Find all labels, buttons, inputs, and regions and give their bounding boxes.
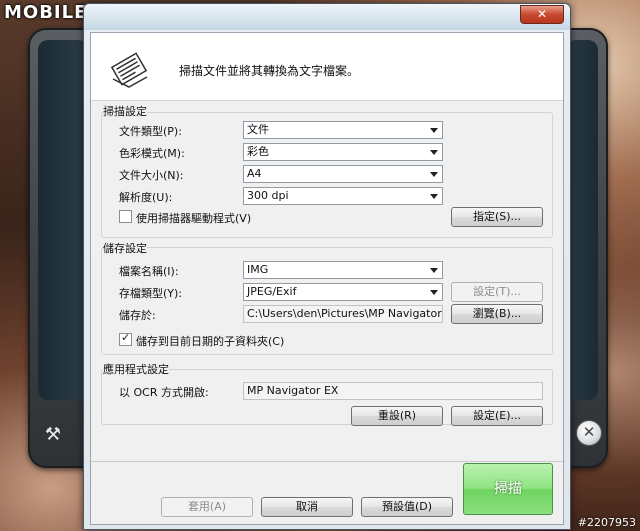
save-in-path: C:\Users\den\Pictures\MP Navigator EX\20… [243, 305, 443, 323]
save-in-label: 儲存於: [119, 309, 156, 322]
browse-button[interactable]: 瀏覽(B)... [451, 304, 543, 324]
scan-document-icon [110, 52, 148, 88]
resolution-select[interactable]: 300 dpi [243, 187, 443, 205]
apply-button[interactable]: 套用(A) [161, 497, 253, 517]
footer-separator [91, 461, 563, 462]
document-type-value: 文件 [247, 123, 269, 136]
watermark-id: #2207953 [577, 516, 636, 529]
file-name-label: 檔案名稱(I): [119, 265, 179, 278]
use-driver-checkbox[interactable] [119, 210, 132, 223]
dialog-client: 掃描文件並將其轉換為文字檔案。 掃描設定 文件類型(P): 文件 色彩模式(M)… [90, 32, 564, 525]
save-type-label: 存檔類型(Y): [119, 287, 183, 300]
specify-button[interactable]: 指定(S)... [451, 207, 543, 227]
dialog-titlebar[interactable]: ✕ [84, 4, 570, 30]
scan-settings-dialog: ✕ 掃描文件並將其轉換為文字檔案。 掃描設定 文件類型(P): 文件 色彩模式(… [83, 3, 571, 530]
document-size-value: A4 [247, 167, 262, 180]
chevron-down-icon [430, 194, 438, 199]
tools-icon[interactable]: ⚒ [42, 424, 64, 446]
save-subfolder-label[interactable]: 儲存到目前日期的子資料夾(C) [136, 333, 284, 349]
document-size-label: 文件大小(N): [119, 169, 184, 182]
close-button[interactable]: ✕ [520, 5, 564, 24]
color-mode-value: 彩色 [247, 145, 269, 158]
color-mode-label: 色彩模式(M): [119, 147, 185, 160]
save-type-select[interactable]: JPEG/Exif [243, 283, 443, 301]
defaults-button[interactable]: 預設值(D) [361, 497, 453, 517]
header-description: 掃描文件並將其轉換為文字檔案。 [179, 64, 360, 78]
resolution-label: 解析度(U): [119, 191, 173, 204]
chevron-down-icon [430, 268, 438, 273]
chevron-down-icon [430, 172, 438, 177]
app-close-icon[interactable]: ✕ [576, 420, 602, 446]
app-settings-button[interactable]: 設定(E)... [451, 406, 543, 426]
app-shell-left-panel [38, 40, 88, 400]
document-type-label: 文件類型(P): [119, 125, 182, 138]
file-name-value: IMG [247, 263, 269, 276]
save-type-value: JPEG/Exif [247, 285, 297, 298]
file-name-combobox[interactable]: IMG [243, 261, 443, 279]
file-settings-button[interactable]: 設定(T)... [451, 282, 543, 302]
color-mode-select[interactable]: 彩色 [243, 143, 443, 161]
chevron-down-icon [430, 290, 438, 295]
header-band: 掃描文件並將其轉換為文字檔案。 [91, 33, 563, 101]
document-size-select[interactable]: A4 [243, 165, 443, 183]
scan-button[interactable]: 掃描 [463, 463, 553, 515]
save-subfolder-checkbox[interactable] [119, 331, 132, 346]
reset-button[interactable]: 重設(R) [351, 406, 443, 426]
open-with-label: 以 OCR 方式開啟: [119, 386, 209, 399]
cancel-button[interactable]: 取消 [261, 497, 353, 517]
scan-settings-title: 掃描設定 [103, 103, 147, 119]
document-type-select[interactable]: 文件 [243, 121, 443, 139]
open-with-app: MP Navigator EX [243, 382, 543, 400]
chevron-down-icon [430, 150, 438, 155]
chevron-down-icon [430, 128, 438, 133]
app-settings-title: 應用程式設定 [103, 361, 169, 377]
use-driver-label[interactable]: 使用掃描器驅動程式(V) [136, 210, 251, 226]
resolution-value: 300 dpi [247, 189, 289, 202]
save-settings-title: 儲存設定 [103, 240, 147, 256]
